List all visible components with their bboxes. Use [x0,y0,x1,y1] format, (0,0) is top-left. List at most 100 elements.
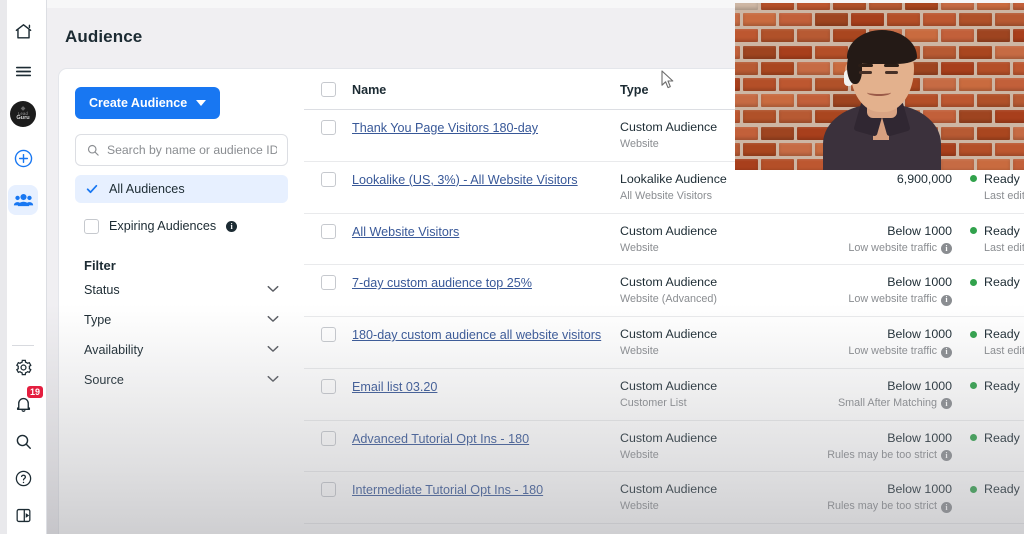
audience-name-link[interactable]: Email list 03.20 [352,380,437,394]
row-name-cell: Intermediate Tutorial Opt Ins - 180 [352,481,620,499]
home-icon[interactable] [8,16,38,46]
row-checkbox[interactable] [320,430,336,446]
select-all-checkbox[interactable] [320,82,336,97]
info-icon[interactable]: i [941,242,952,254]
presenter-brow-left [858,64,873,67]
row-type: Lookalike Audience [620,171,727,186]
audience-name-link[interactable]: Advanced Tutorial Opt Ins - 180 [352,432,529,446]
status-badge: Ready [984,378,1020,393]
row-type-cell: Custom Audience Website (Advanced) [620,274,798,308]
brick [1013,29,1024,43]
brick [779,78,812,91]
chevron-down-icon [267,345,279,356]
presenter-eye-left [859,71,872,74]
info-icon[interactable]: i [941,294,952,306]
column-header-name[interactable]: Name [352,81,620,99]
row-size: Below 1000 [887,482,952,497]
filter-type-label: Type [84,313,112,327]
brick [735,29,758,43]
table-row[interactable]: 7-day custom audience top 25% Custom Audi… [304,265,1024,318]
table-row[interactable]: Advanced Tutorial Opt Ins - 180 Custom Au… [304,421,1024,473]
info-icon[interactable]: i [941,450,952,462]
row-checkbox[interactable] [320,482,336,498]
filter-availability[interactable]: Availability [75,337,288,363]
create-audience-button[interactable]: Create Audience [75,87,221,119]
audience-name-link[interactable]: Intermediate Tutorial Opt Ins - 180 [352,483,543,497]
brick [977,94,1010,108]
audience-name-link[interactable]: Lookalike (US, 3%) - All Website Visitor… [352,173,578,187]
row-availability: Ready [970,223,1024,239]
row-checkbox[interactable] [320,223,336,239]
brick [941,126,974,140]
brick [743,13,776,27]
row-type-sub: Website [620,345,659,358]
table-row[interactable]: Intermediate Tutorial Opt Ins - 180 Custo… [304,472,1024,525]
brick [761,29,794,43]
search-icon[interactable] [8,426,38,456]
info-icon[interactable]: i [941,398,952,410]
brick [995,110,1024,124]
row-size: Below 1000 [887,378,952,393]
menu-icon[interactable] [8,56,38,86]
row-checkbox[interactable] [320,120,336,135]
status-badge: Ready [984,171,1020,186]
search-box[interactable] [75,134,288,166]
row-size: Below 1000 [887,275,952,290]
brick [959,142,992,156]
filter-type[interactable]: Type [75,307,288,333]
row-type-sub: Website [620,500,659,513]
audience-name-link[interactable]: 7-day custom audience top 25% [352,276,532,290]
row-checkbox[interactable] [320,378,336,394]
filter-source[interactable]: Source [75,367,288,393]
row-checkbox[interactable] [320,171,336,187]
status-badge: Ready [984,327,1020,342]
row-size-cell: Below 1000 Small After Matching i [798,378,970,412]
audience-name-link[interactable]: Thank You Page Visitors 180-day [352,121,538,135]
account-avatar[interactable]: ◆ Lead Guru [8,99,38,129]
row-availability-cell: Ready Last edited 0 [970,326,1024,360]
audience-name-link[interactable]: All Website Visitors [352,225,459,239]
gear-icon[interactable] [8,352,38,382]
brick [735,45,740,59]
brick [735,61,758,75]
row-availability: Ready [970,378,1024,394]
row-type-sub: Website [620,241,659,254]
brick [735,142,740,156]
row-type-cell: Custom Audience Website [620,223,798,257]
checkbox-expiring-audiences[interactable]: Expiring Audiences i [75,212,288,240]
row-checkbox[interactable] [320,327,336,343]
panel-icon[interactable] [8,500,38,530]
filter-availability-label: Availability [84,343,144,357]
bell-icon[interactable]: 19 [8,386,43,419]
table-row[interactable]: All Website Visitors Custom Audience Websi… [304,214,1024,266]
checkbox-all-audiences[interactable]: All Audiences [75,175,288,203]
info-icon[interactable]: i [941,501,952,513]
table-row[interactable]: Email list 03.20 Custom Audience Customer … [304,369,1024,421]
row-availability-sub: Last edited 0 [984,189,1024,202]
status-dot-icon [970,434,977,442]
info-icon[interactable]: i [941,346,952,358]
brick [735,78,740,91]
table-row[interactable]: 180-day custom audience all website visi… [304,317,1024,369]
row-type-cell: Custom Audience Customer List [620,378,798,412]
row-availability-sub: Last edited 0 [984,345,1024,358]
brick [761,126,794,140]
search-input[interactable] [107,143,277,157]
add-icon[interactable] [8,143,38,173]
brick [977,61,1010,75]
presenter-figure [823,20,941,170]
brick [959,110,992,124]
audience-name-link[interactable]: 180-day custom audience all website visi… [352,328,601,342]
row-availability-sub: Last edited 0 [984,241,1024,254]
webcam-video-overlay[interactable] [735,3,1024,170]
chevron-down-icon [267,285,279,296]
chevron-down-icon [196,100,207,106]
info-icon[interactable]: i [226,220,238,232]
filter-status[interactable]: Status [75,277,288,303]
sidebar-item-audiences[interactable] [8,185,38,215]
presenter-eye-right [885,71,898,74]
help-icon[interactable] [8,463,38,493]
brick [959,45,992,59]
row-checkbox[interactable] [320,275,336,291]
row-size-cell: Below 1000 Rules may be too strict i [798,430,970,464]
